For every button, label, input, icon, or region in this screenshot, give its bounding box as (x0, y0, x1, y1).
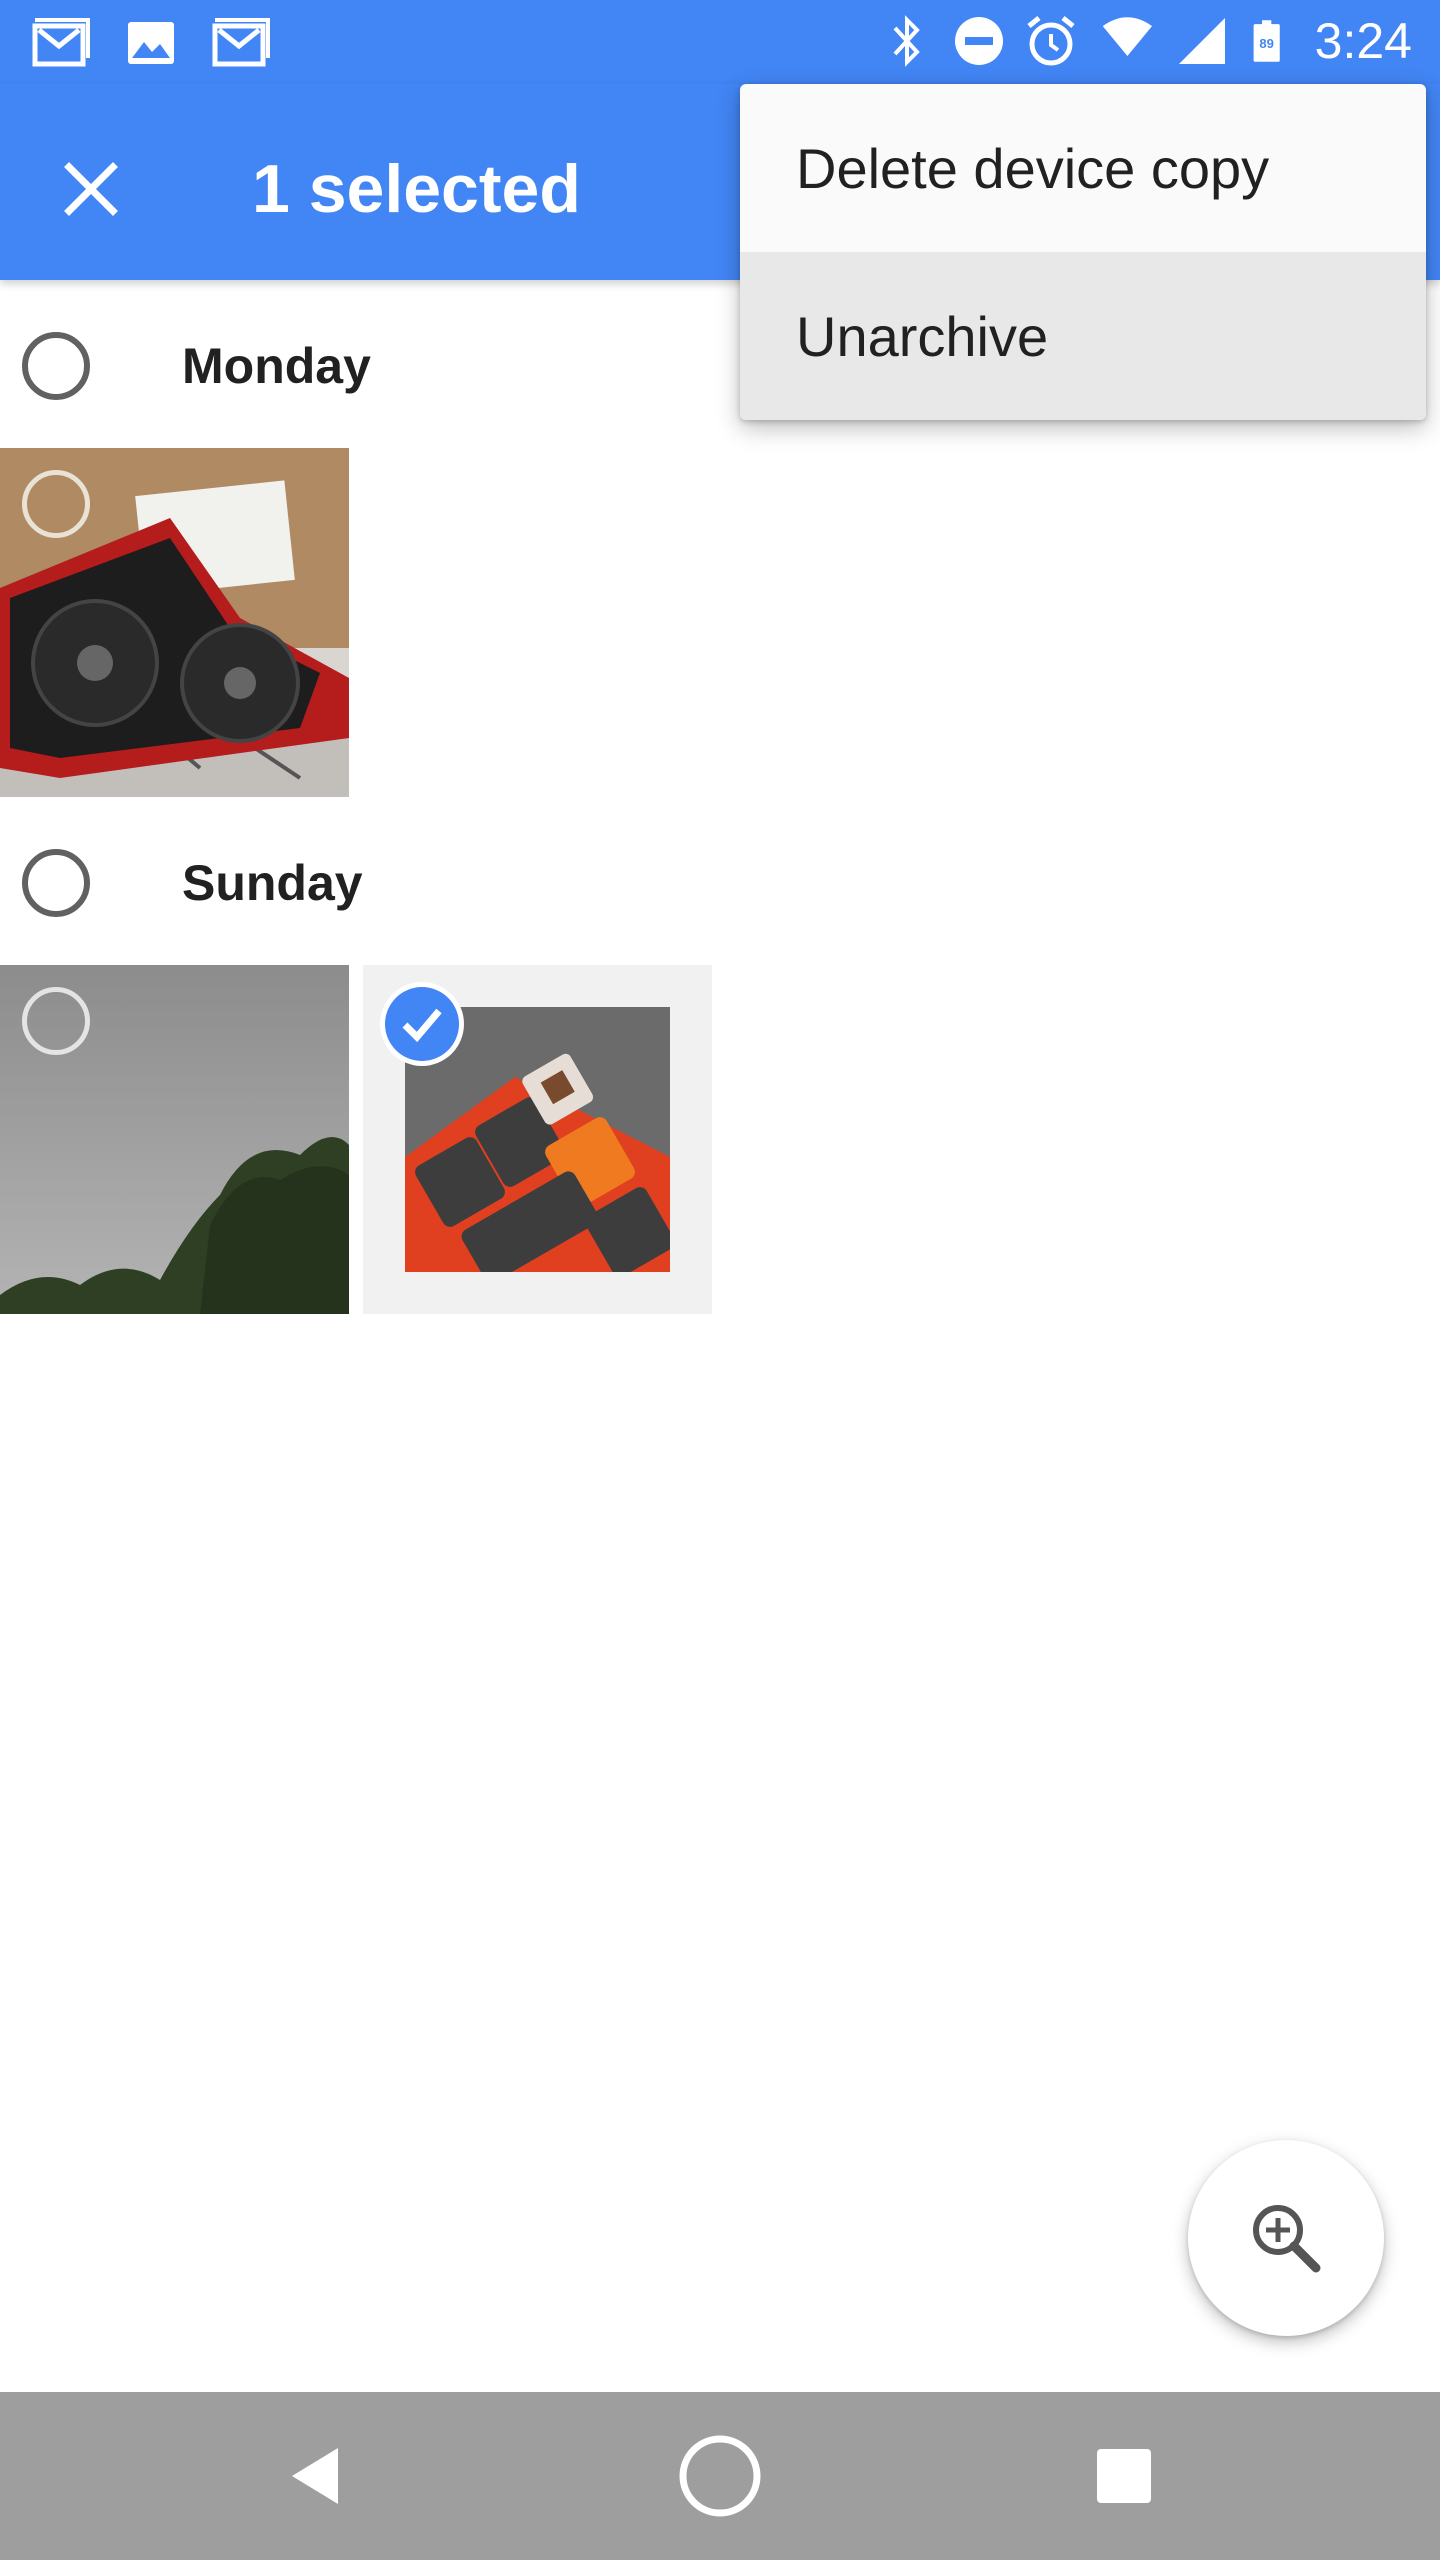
back-button[interactable] (266, 2426, 366, 2526)
wifi-icon (1102, 17, 1152, 56)
photo-select-radio[interactable] (22, 470, 90, 538)
home-button[interactable] (670, 2426, 770, 2526)
select-all-sunday-radio[interactable] (22, 849, 90, 917)
photo-select-radio[interactable] (22, 987, 90, 1055)
back-icon (292, 2448, 338, 2504)
section-label: Monday (182, 338, 371, 394)
overflow-menu: Delete device copy Unarchive (740, 84, 1426, 420)
zoom-in-icon (1253, 2205, 1321, 2273)
recents-icon (1097, 2449, 1151, 2503)
alarm-icon (1027, 16, 1075, 66)
home-icon (679, 2435, 761, 2517)
selected-check-badge[interactable] (385, 987, 459, 1061)
section-header-sunday: Sunday (0, 815, 900, 945)
image-icon (128, 22, 174, 64)
battery-level: 89 (1259, 36, 1274, 51)
photo-thumbnail[interactable] (0, 448, 349, 797)
close-button[interactable] (46, 144, 136, 234)
navigation-bar (0, 2392, 1440, 2560)
battery-icon: 89 (1253, 20, 1280, 62)
check-icon (402, 1008, 442, 1043)
select-all-monday-radio[interactable] (22, 332, 90, 400)
screen: 89 3:24 1 selected Monday Sunday Delete … (0, 0, 1440, 2560)
gmail-icon (32, 18, 90, 67)
menu-item-unarchive[interactable]: Unarchive (740, 252, 1426, 420)
selection-count-title: 1 selected (252, 151, 581, 227)
recents-button[interactable] (1074, 2426, 1174, 2526)
signal-icon (1178, 18, 1225, 64)
status-bar: 89 3:24 (0, 0, 1440, 84)
section-label: Sunday (182, 855, 363, 911)
clock: 3:24 (1314, 13, 1412, 69)
system-icons: 89 3:24 (881, 12, 1412, 70)
menu-item-delete-device-copy[interactable]: Delete device copy (740, 84, 1426, 252)
do-not-disturb-icon (954, 17, 1003, 65)
close-icon (64, 162, 118, 216)
notification-icons (30, 14, 272, 70)
gmail-icon (212, 18, 270, 67)
photo-thumbnail[interactable] (0, 965, 349, 1314)
photo-thumbnail-selected[interactable] (363, 965, 712, 1314)
bluetooth-icon (893, 15, 920, 67)
zoom-button[interactable] (1188, 2140, 1384, 2336)
